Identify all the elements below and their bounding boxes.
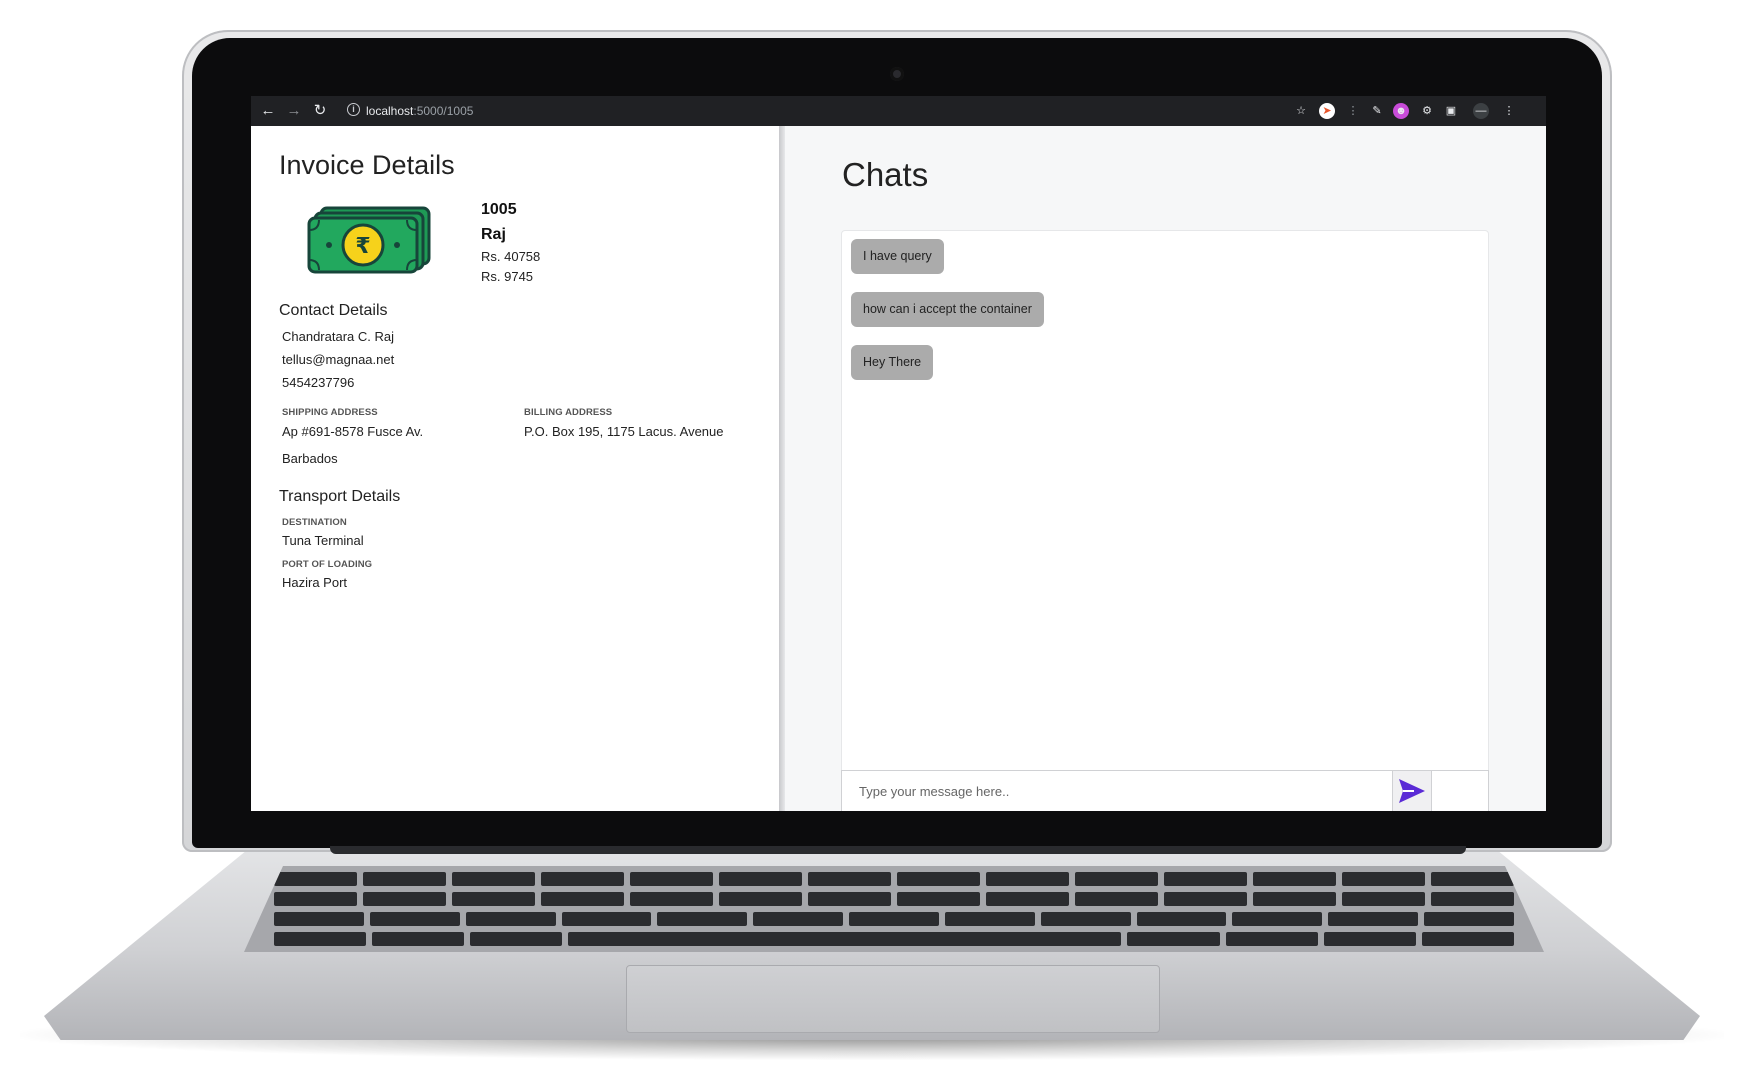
profile-avatar-icon[interactable]: — [1473,103,1489,119]
invoice-heading: Invoice Details [279,150,455,180]
shipping-address-line1: Ap #691-8578 Fusce Av. [282,424,424,439]
chats-heading: Chats [842,156,929,193]
info-icon[interactable]: i [347,103,360,116]
extension-gear-icon[interactable]: ⚙ [1419,103,1435,119]
billing-address-line1: P.O. Box 195, 1175 Lacus. Avenue [524,424,724,439]
browser-menu-icon[interactable]: ⋮ [1501,103,1517,119]
url-host: localhost [366,104,414,118]
destination-value: Tuna Terminal [282,533,364,548]
back-arrow-icon[interactable]: ← [259,102,277,120]
transport-heading: Transport Details [279,488,401,505]
contact-email: tellus@magnaa.net [282,352,395,367]
invoice-customer: Raj [481,226,506,243]
extension-tool-icon[interactable]: ⋮ [1345,103,1361,119]
money-icon: ₹ [307,206,431,274]
send-button[interactable] [1392,771,1432,811]
extension-compass-icon[interactable]: ➤ [1319,103,1335,119]
screen: ← → ↻ i localhost:5000/1005 ☆ ➤ ⋮ ✎ ☻ ⚙ … [251,96,1546,811]
invoice-amount-total: Rs. 40758 [481,249,541,264]
extension-face-icon[interactable]: ☻ [1393,103,1409,119]
reload-icon[interactable]: ↻ [311,102,329,120]
address-bar[interactable]: localhost:5000/1005 [366,104,473,118]
laptop-hinge [330,846,1466,854]
send-icon [1399,779,1425,803]
shipping-address-label: SHIPPING ADDRESS [282,407,378,418]
contact-name: Chandratara C. Raj [282,329,394,344]
chats-panel: Chats I have query how can i accept the … [785,126,1546,811]
url-path: :5000/1005 [413,104,474,118]
invoice-amount-secondary: Rs. 9745 [481,269,534,284]
laptop-trackpad [626,965,1160,1033]
invoice-number: 1005 [481,201,517,218]
svg-text:₹: ₹ [355,234,370,259]
chat-composer [841,770,1489,811]
chat-message: Hey There [851,345,934,380]
invoice-panel: Invoice Details ₹ 1005 Raj Rs. 40758 Rs.… [251,126,779,811]
chat-message: how can i accept the container [851,292,1044,327]
bookmark-star-icon[interactable]: ☆ [1293,103,1309,119]
shipping-address-line2: Barbados [282,451,338,466]
billing-address-label: BILLING ADDRESS [524,407,613,418]
extension-screen-icon[interactable]: ▣ [1443,103,1459,119]
port-of-loading-value: Hazira Port [282,575,348,590]
forward-arrow-icon[interactable]: → [285,102,303,120]
chat-message: I have query [851,239,944,274]
extension-pen-icon[interactable]: ✎ [1369,103,1385,119]
port-of-loading-label: PORT OF LOADING [282,559,373,570]
message-input[interactable] [842,771,1392,811]
destination-label: DESTINATION [282,517,347,528]
contact-phone: 5454237796 [282,375,355,390]
laptop-keyboard [244,866,1544,952]
chat-message-list[interactable]: I have query how can i accept the contai… [841,230,1489,811]
contact-heading: Contact Details [279,302,388,319]
browser-toolbar: ← → ↻ i localhost:5000/1005 ☆ ➤ ⋮ ✎ ☻ ⚙ … [251,96,1546,126]
camera-icon [890,67,904,81]
